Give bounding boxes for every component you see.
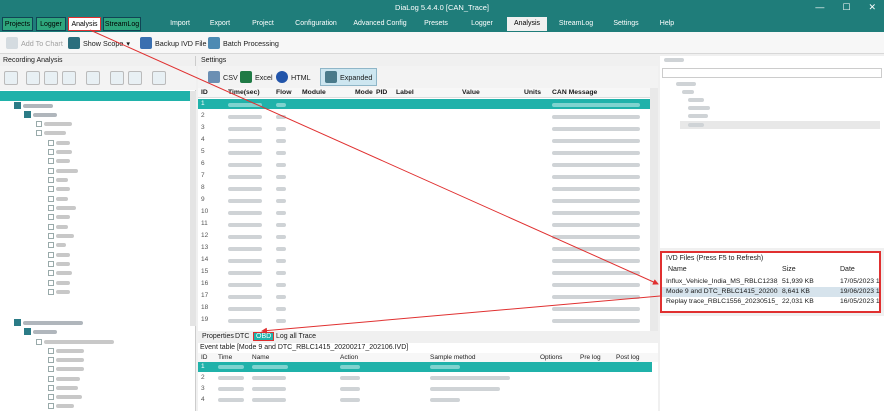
annotation-overlay: [89, 29, 661, 334]
arrow-analysis-to-ivd: [89, 29, 659, 285]
arrow-ivd-to-obd: [261, 295, 661, 334]
